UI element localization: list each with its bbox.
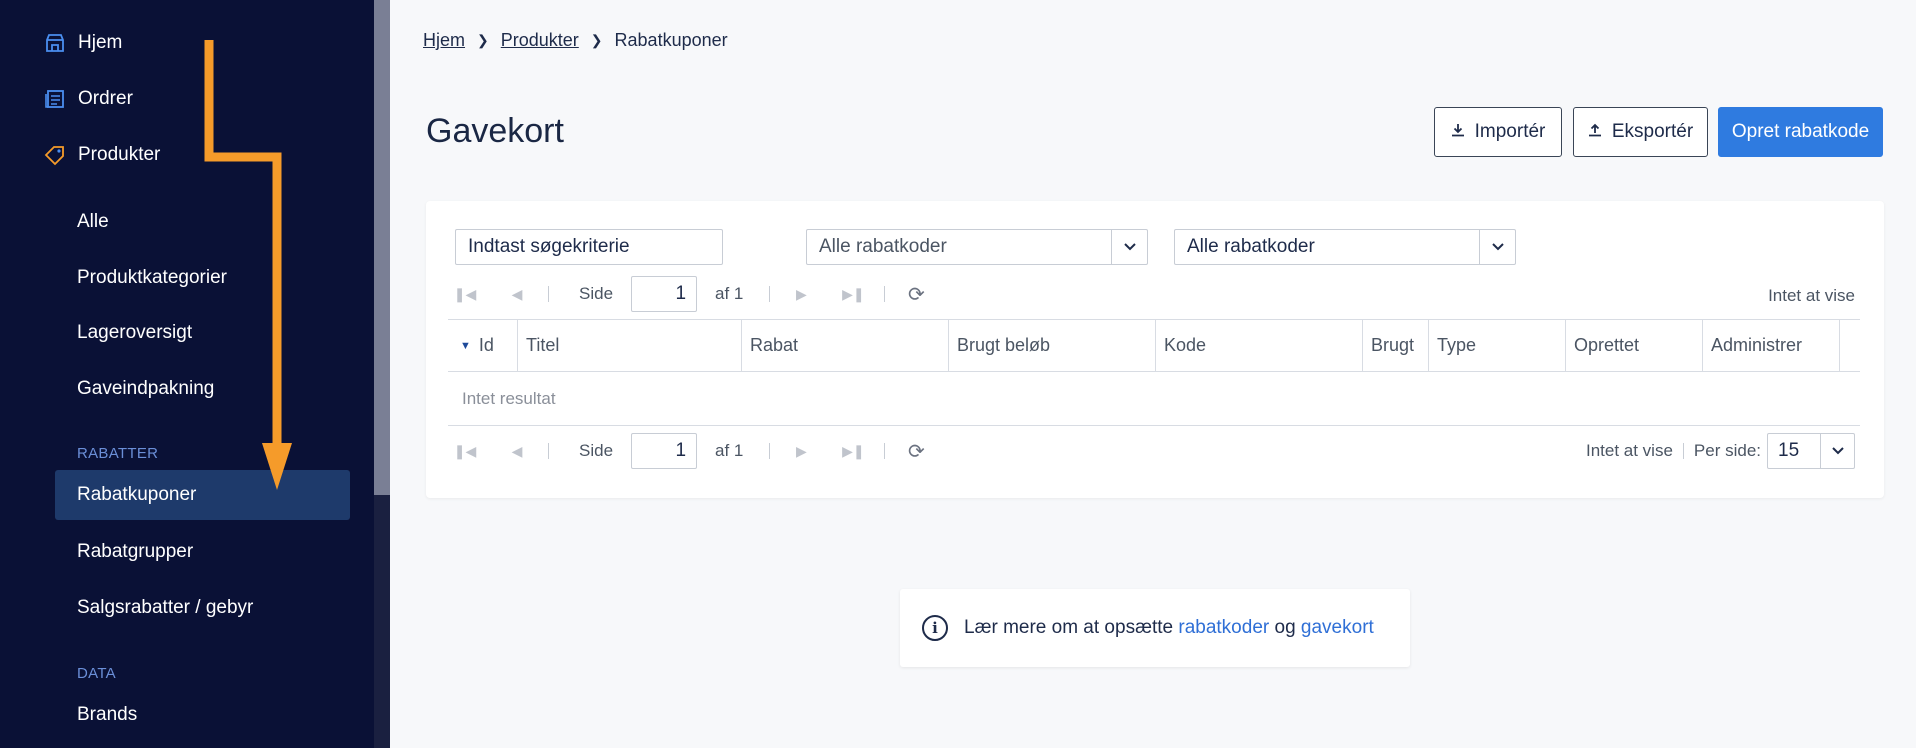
chevron-down-icon [1111,230,1147,264]
sidebar-item-brands[interactable]: Brands [77,700,137,730]
page-input[interactable]: 1 [631,276,698,312]
pager-bottom: ❚◀ ◀ Side 1 af 1 ▶ ▶❚ ⟳ [448,433,933,469]
column-header-code[interactable]: Kode [1156,320,1363,371]
upload-icon [1588,123,1602,141]
export-button[interactable]: Eksportér [1573,107,1708,157]
table-header: ▼ Id Titel Rabat Brugt beløb Kode Brugt … [448,319,1860,372]
sidebar-scrollbar-thumb[interactable] [374,0,390,495]
pager-top-info: Intet at vise [1768,286,1855,305]
empty-row: Intet resultat [448,372,1860,426]
coupons-panel: Indtast søgekriterie Alle rabatkoder All… [426,201,1884,498]
pager-divider [548,443,549,459]
column-header-used-amount[interactable]: Brugt beløb [949,320,1156,371]
sidebar-item-all[interactable]: Alle [77,207,109,237]
nav-item-home-label: Hjem [78,32,123,53]
chevron-right-icon: ❯ [477,32,489,48]
pager-top: ❚◀ ◀ Side 1 af 1 ▶ ▶❚ ⟳ [448,276,933,312]
section-label-discounts: RABATTER [77,445,159,462]
prev-page-icon[interactable]: ◀ [500,286,534,303]
sidebar: Hjem Ordrer Produkter Alle Produktkatego… [0,0,374,748]
sidebar-item-sales-discounts[interactable]: Salgsrabatter / gebyr [77,593,253,623]
prev-page-icon[interactable]: ◀ [500,443,534,460]
breadcrumb-home[interactable]: Hjem [423,30,465,51]
chevron-right-icon: ❯ [590,32,603,48]
pager-divider [548,286,549,302]
info-text-mid: og [1274,617,1296,638]
page-input[interactable]: 1 [631,433,698,469]
nav-item-products[interactable]: Produkter [44,140,160,170]
breadcrumb: Hjem ❯ Produkter ❯ Rabatkuponer [423,30,728,51]
last-page-icon[interactable]: ▶❚ [836,286,870,303]
info-text: Lær mere om at opsætte [964,617,1174,638]
sort-desc-icon: ▼ [460,339,471,352]
create-discount-button[interactable]: Opret rabatkode [1718,107,1883,157]
select-value: Alle rabatkoder [1187,236,1315,257]
page-label: Side [579,441,614,460]
column-header-id[interactable]: ▼ Id [448,320,518,371]
sidebar-item-discount-groups[interactable]: Rabatgrupper [77,537,193,567]
info-icon: i [922,615,948,641]
nav-item-orders[interactable]: Ordrer [44,84,133,114]
column-header-created[interactable]: Oprettet [1566,320,1703,371]
pager-divider [884,443,886,459]
next-page-icon[interactable]: ▶ [784,286,818,303]
page-of-label: af 1 [715,441,744,460]
per-page-label: Per side: [1693,441,1761,460]
link-discount-codes[interactable]: rabatkoder [1178,617,1269,639]
per-page-value: 15 [1778,440,1800,461]
page-of-label: af 1 [715,284,744,303]
per-page-select[interactable]: 15 [1767,433,1855,469]
column-header-manage: Administrer [1703,320,1840,371]
select-value: Alle rabatkoder [819,236,947,257]
import-button-label: Importér [1474,121,1546,142]
chevron-down-icon [1820,434,1854,468]
refresh-icon[interactable]: ⟳ [899,439,933,464]
pager-bottom-info: Intet at vise [1585,441,1673,460]
chevron-down-icon [1479,230,1515,264]
import-button[interactable]: Importér [1434,107,1562,157]
pager-divider [769,286,771,302]
column-header-discount[interactable]: Rabat [742,320,949,371]
refresh-icon[interactable]: ⟳ [899,282,933,307]
first-page-icon[interactable]: ❚◀ [448,286,482,303]
shop-icon [44,32,66,54]
last-page-icon[interactable]: ▶❚ [836,443,870,460]
discount-filter-select-1[interactable]: Alle rabatkoder [806,229,1148,265]
pager-divider [1682,443,1684,459]
first-page-icon[interactable]: ❚◀ [448,443,482,460]
column-header-type[interactable]: Type [1429,320,1566,371]
tag-icon [44,144,66,166]
column-header-title[interactable]: Titel [518,320,742,371]
pager-divider [884,286,886,302]
link-gift-cards[interactable]: gavekort [1301,617,1374,639]
nav-item-orders-label: Ordrer [78,88,133,109]
column-header-used[interactable]: Brugt [1363,320,1429,371]
sidebar-item-gift-wrapping[interactable]: Gaveindpakning [77,374,214,404]
breadcrumb-products[interactable]: Produkter [501,30,579,51]
nav-item-products-label: Produkter [78,144,161,165]
main-content: Hjem ❯ Produkter ❯ Rabatkuponer Gavekort… [390,0,1916,748]
pager-divider [769,443,771,459]
search-input[interactable]: Indtast søgekriterie [455,229,723,265]
orders-icon [44,88,66,110]
sidebar-item-discount-coupons[interactable]: Rabatkuponer [55,470,350,520]
coupons-table: ▼ Id Titel Rabat Brugt beløb Kode Brugt … [448,319,1860,426]
next-page-icon[interactable]: ▶ [784,443,818,460]
export-button-label: Eksportér [1611,121,1694,142]
pager-bottom-right: Intet at vise Per side: 15 [1586,433,1855,469]
download-icon [1451,123,1465,141]
breadcrumb-current: Rabatkuponer [614,30,728,50]
discount-filter-select-2[interactable]: Alle rabatkoder [1174,229,1516,265]
page-title: Gavekort [426,112,564,150]
sidebar-item-inventory[interactable]: Lageroversigt [77,318,192,348]
sidebar-item-product-categories[interactable]: Produktkategorier [77,263,227,293]
page-label: Side [579,284,614,303]
info-box: i Lær mere om at opsætte rabatkoder og g… [900,589,1410,667]
nav-item-home[interactable]: Hjem [44,28,122,58]
section-label-data: DATA [77,665,116,682]
